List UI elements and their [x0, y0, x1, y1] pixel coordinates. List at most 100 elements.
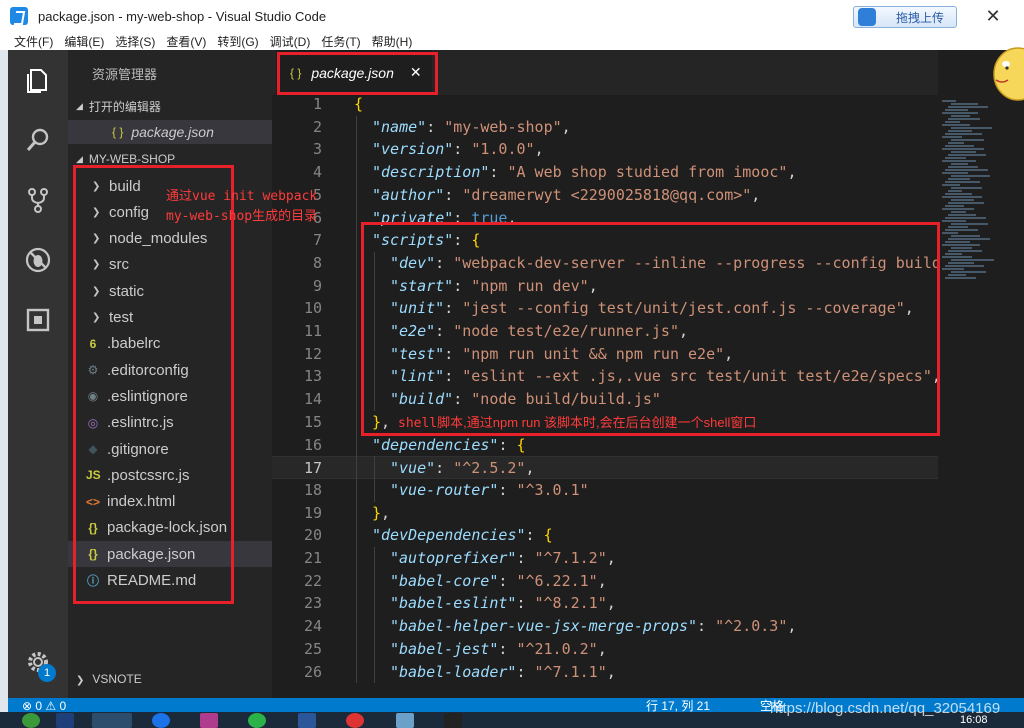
minimap-line [951, 211, 966, 213]
line-number: 19 [303, 503, 322, 522]
scripts-note-text: ,通过npm run 该脚本时,会在后台创建一个shell窗口 [463, 415, 757, 430]
menu-item-3[interactable]: 查看(V) [166, 33, 206, 50]
minimap-line [942, 112, 978, 114]
open-editor-item[interactable]: { } package.json [68, 120, 272, 144]
notepad-icon[interactable] [396, 713, 414, 728]
tab-highlight-box [277, 52, 438, 95]
mascot-sticker-image [993, 47, 1024, 101]
minimap-line [945, 205, 964, 207]
minimap-line [945, 109, 968, 111]
menu-item-0[interactable]: 文件(F) [14, 33, 53, 50]
word-icon[interactable] [298, 713, 316, 728]
watermark: https://blog.csdn.net/qq_32054169 [770, 700, 1001, 717]
code-line[interactable]: 24 "babel-helper-vue-jsx-merge-props": "^… [272, 615, 938, 638]
code-text: }, [372, 503, 391, 522]
minimap-line [948, 226, 968, 228]
code-line[interactable]: 22 "babel-core": "^6.22.1", [272, 570, 938, 593]
minimap[interactable] [938, 50, 1024, 698]
explorer-icon[interactable] [24, 66, 52, 94]
line-number: 3 [312, 140, 322, 159]
minimap-line [948, 118, 980, 120]
folder-note-line2: my-web-shop生成的目录 [166, 209, 318, 224]
vscode-taskbar-icon[interactable] [92, 713, 132, 728]
code-text: "name": "my-web-shop", [372, 117, 571, 136]
menu-bar: 文件(F) 编辑(E) 选择(S) 查看(V) 转到(G) 调试(D) 任务(T) 帮助(H) [0, 32, 1024, 50]
code-line[interactable]: 3 "version": "1.0.0", [272, 138, 938, 161]
indent-guide [356, 115, 357, 684]
vscode-logo-icon [10, 7, 28, 25]
line-number: 10 [303, 299, 322, 318]
minimap-line [951, 127, 992, 129]
code-line[interactable]: 17 "vue": "^2.5.2", [272, 456, 938, 479]
open-editors-header[interactable]: ◢ 打开的编辑器 [76, 98, 161, 115]
folder-highlight-box [73, 165, 234, 604]
menu-item-5[interactable]: 调试(D) [270, 33, 311, 50]
minimap-line [948, 250, 982, 252]
minimap-line [951, 103, 978, 105]
minimap-line [948, 166, 978, 168]
minimap-line [948, 238, 990, 240]
code-line[interactable]: 2 "name": "my-web-shop", [272, 116, 938, 139]
vsnote-label: VSNOTE [92, 672, 142, 686]
minimap-line [945, 265, 984, 267]
code-text: "devDependencies": { [372, 526, 553, 545]
debug-icon[interactable] [24, 246, 52, 274]
desktop-edge [0, 50, 8, 712]
line-number: 13 [303, 367, 322, 386]
code-line[interactable]: 21 "autoprefixer": "^7.1.2", [272, 547, 938, 570]
app-icon[interactable] [200, 713, 218, 728]
menu-item-1[interactable]: 编辑(E) [64, 33, 104, 50]
source-control-icon[interactable] [24, 186, 52, 214]
minimap-line [948, 274, 966, 276]
code-line[interactable]: 1{ [272, 93, 938, 116]
webstorm-icon[interactable] [56, 713, 74, 728]
minimap-line [945, 121, 960, 123]
menu-item-7[interactable]: 帮助(H) [372, 33, 413, 50]
line-number: 26 [303, 662, 322, 681]
line-number: 2 [312, 117, 322, 136]
vsnote-section[interactable]: ❯ VSNOTE [76, 672, 142, 686]
line-number: 14 [303, 390, 322, 409]
errors-count: ⊗ 0 [22, 699, 43, 713]
code-line[interactable]: 19}, [272, 502, 938, 525]
code-line[interactable]: 5 "author": "dreamerwyt <2290025818@qq.co… [272, 184, 938, 207]
start-icon[interactable] [22, 713, 40, 728]
minimap-line [942, 208, 974, 210]
extensions-icon[interactable] [24, 306, 52, 334]
code-text: { [354, 95, 364, 113]
menu-item-6[interactable]: 任务(T) [321, 33, 360, 50]
code-line[interactable]: 18 "vue-router": "^3.0.1" [272, 479, 938, 502]
clapper-icon[interactable] [444, 713, 462, 728]
scripts-highlight-box [361, 222, 940, 436]
line-number: 4 [312, 163, 322, 182]
chrome-icon[interactable] [346, 713, 364, 728]
indent-guide [374, 456, 375, 502]
minimap-line [945, 145, 974, 147]
minimap-line [942, 172, 968, 174]
code-line[interactable]: 25 "babel-jest": "^21.0.2", [272, 638, 938, 661]
wechat-icon[interactable] [248, 713, 266, 728]
menu-item-2[interactable]: 选择(S) [115, 33, 155, 50]
minimap-line [951, 175, 990, 177]
minimap-line [951, 259, 994, 261]
menu-item-4[interactable]: 转到(G) [217, 33, 258, 50]
code-line[interactable]: 4 "description": "A web shop studied from… [272, 161, 938, 184]
search-icon[interactable] [24, 126, 52, 154]
minimap-line [951, 235, 980, 237]
code-line[interactable]: 20 "devDependencies": { [272, 524, 938, 547]
scripts-note-prefix: shell脚本 [398, 416, 464, 431]
line-number: 24 [303, 617, 322, 636]
scripts-note: shell脚本,通过npm run 该脚本时,会在后台创建一个shell窗口 [398, 412, 756, 431]
title-bar: package.json - my-web-shop - Visual Stud… [0, 0, 1024, 32]
minimap-line [945, 253, 962, 255]
code-line[interactable]: 26 "babel-loader": "^7.1.1", [272, 661, 938, 684]
code-text: "description": "A web shop studied from … [372, 163, 797, 182]
line-number: 15 [303, 412, 322, 431]
code-line[interactable]: 23 "babel-eslint": "^8.2.1", [272, 592, 938, 615]
project-header[interactable]: ◢ MY-WEB-SHOP [76, 152, 175, 166]
code-line[interactable]: 16 "dependencies": { [272, 434, 938, 457]
minimap-line [951, 247, 972, 249]
minimap-line [948, 142, 964, 144]
upload-button[interactable]: 拖拽上传 [853, 6, 957, 28]
lync-icon[interactable] [152, 713, 170, 728]
